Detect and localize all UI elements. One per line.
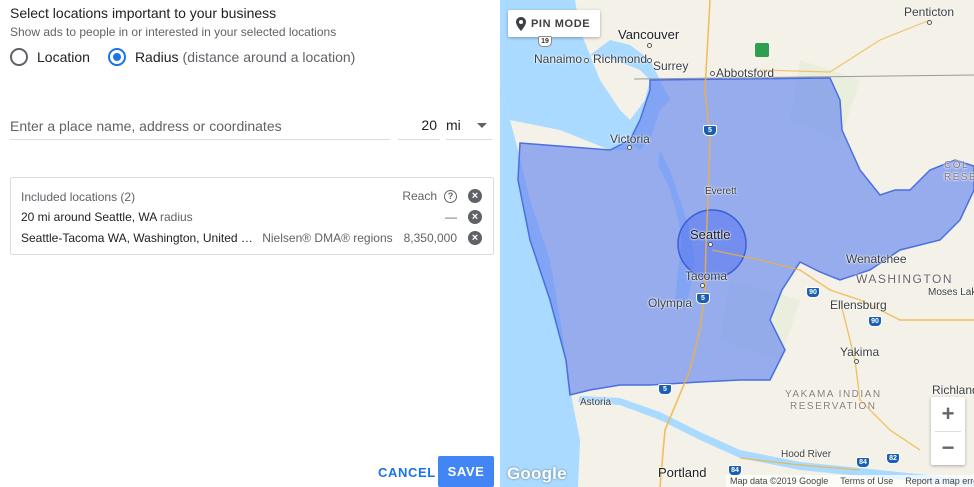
park-icon [755,43,769,57]
highway-shield: 5 [696,293,710,304]
map-view[interactable]: PIN MODE Penticton Vancouver Nanaimo Ric… [500,0,974,487]
panel-subtitle: Show ads to people in or interested in y… [10,25,337,39]
location-type: Nielsen® DMA® regions [262,231,393,245]
location-reach: — [445,210,457,224]
city-label: Everett [705,186,737,197]
reserve-fragment-label: COL RESE [944,160,974,184]
city-label: Penticton [904,5,955,19]
included-locations-heading: Included locations (2) [21,190,136,204]
city-dot [700,283,705,288]
city-label: Portland [658,465,707,480]
city-dot [854,359,859,364]
city-label: Moses Lake [928,287,974,298]
city-label: Richmond [593,52,648,66]
city-dot [627,145,632,150]
location-reach: 8,350,000 [403,231,457,245]
city-dot [710,71,715,76]
city-dot [584,58,589,63]
city-dot [927,20,932,25]
city-label: Olympia [648,296,693,310]
remove-location-icon[interactable]: × [468,210,482,224]
city-label: Richland [932,383,974,397]
terms-of-use-link[interactable]: Terms of Use [840,476,893,486]
city-label: Abbotsford [716,66,775,80]
zoom-divider [935,431,961,432]
chevron-down-icon [477,123,487,128]
highway-shield: 19 [538,36,552,47]
reservation-label: YAKAMA INDIAN RESERVATION [785,389,882,413]
included-locations-box: Included locations (2) Reach ? × 20 mi a… [10,177,494,255]
state-label: WASHINGTON [856,272,954,286]
highway-shield: 84 [856,457,870,468]
city-label: Victoria [610,132,650,146]
highway-shield: 90 [806,287,820,298]
radius-option[interactable]: Radius (distance around a location) [107,48,356,66]
radius-radio[interactable] [107,48,126,66]
city-label: Surrey [653,59,689,73]
location-option[interactable]: Location [10,48,90,66]
panel-title: Select locations important to your busin… [10,5,277,21]
city-label: Ellensburg [830,298,887,312]
radius-unit-value: mi [446,117,461,133]
location-panel: Select locations important to your busin… [0,0,500,487]
reach-label: Reach [402,189,437,203]
zoom-control: + − [931,397,965,465]
place-search-input[interactable] [10,112,390,140]
city-label: Vancouver [618,27,680,42]
city-label: Hood River [781,449,832,460]
city-label: Seattle [690,227,731,242]
map-attribution: Map data ©2019 Google Terms of Use Repor… [726,475,974,487]
city-dot [708,242,713,247]
city-label: Astoria [580,397,612,408]
location-name: Seattle-Tacoma WA, Washington, United … [21,231,253,245]
city-dot [647,43,652,48]
google-logo: Google [507,464,567,483]
reserve-line: RESE [944,172,974,183]
highway-shield: 5 [658,384,672,395]
pin-icon [516,16,526,31]
location-row: 20 mi around Seattle, WA radius [21,210,193,224]
radius-option-label: Radius [134,49,179,65]
location-row: Seattle-Tacoma WA, Washington, United … … [21,231,393,245]
city-label: Wenatchee [846,252,907,266]
location-name: 20 mi around Seattle, WA [21,210,157,224]
remove-all-icon[interactable]: × [468,189,482,203]
report-map-error-link[interactable]: Report a map error [905,476,974,486]
city-label: Tacoma [685,269,728,283]
zoom-out-button[interactable]: − [931,431,965,465]
targeting-mode-group: Location Radius (distance around a locat… [10,48,373,66]
help-icon[interactable]: ? [444,189,457,203]
save-button[interactable]: SAVE [438,456,494,487]
location-radio[interactable] [10,48,28,66]
radius-unit-select[interactable]: mi [446,112,492,140]
highway-shield: 5 [703,125,717,136]
highway-shield: 82 [886,453,900,464]
pin-mode-label: PIN MODE [531,17,591,30]
city-dot [647,58,652,63]
city-label: Yakima [840,345,880,359]
pin-mode-button[interactable]: PIN MODE [508,10,601,37]
reservation-line: RESERVATION [790,401,877,412]
location-option-label: Location [37,49,90,65]
remove-location-icon[interactable]: × [468,231,482,245]
city-label: Nanaimo [534,52,583,66]
radius-value-input[interactable]: 20 [398,112,440,140]
radius-option-hint: (distance around a location) [182,49,356,65]
location-type: radius [159,210,193,224]
zoom-in-button[interactable]: + [931,397,965,431]
reservation-line: YAKAMA INDIAN [785,389,882,400]
reserve-line: COL [944,160,970,171]
highway-shield: 90 [868,316,882,327]
cancel-button[interactable]: CANCEL [370,458,444,486]
reach-header: Reach ? [402,189,457,203]
map-data-credit: Map data ©2019 Google [730,476,829,486]
